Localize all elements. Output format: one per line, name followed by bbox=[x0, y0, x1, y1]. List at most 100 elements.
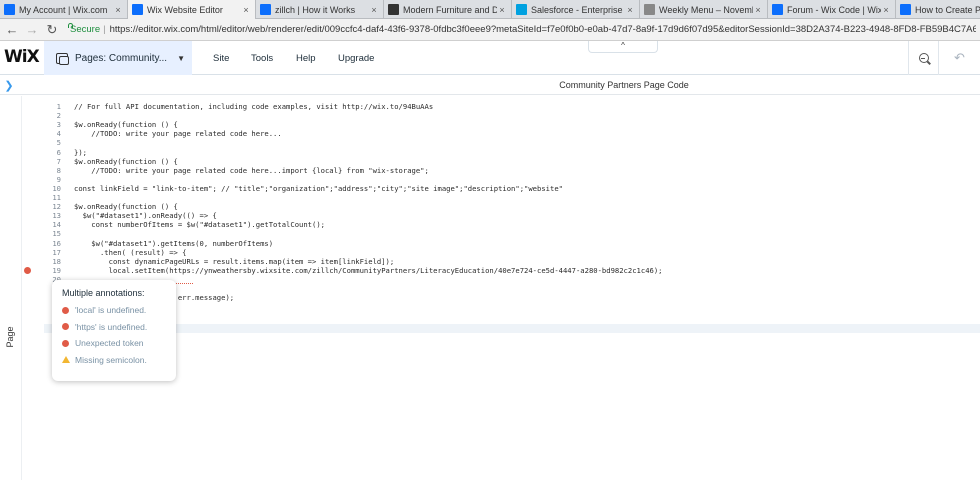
menu-tools[interactable]: Tools bbox=[251, 41, 273, 75]
wix-logo[interactable]: WiX bbox=[4, 47, 40, 67]
zoom-out-button[interactable] bbox=[908, 41, 938, 75]
pages-icon bbox=[56, 52, 69, 65]
line-number: 19 bbox=[52, 265, 61, 275]
browser-tab[interactable]: Modern Furniture and D... × bbox=[384, 0, 512, 19]
line-number: 9 bbox=[56, 174, 61, 184]
salesforce-icon bbox=[516, 4, 527, 15]
warning-icon bbox=[62, 356, 70, 364]
browser-tab[interactable]: Wix Website Editor × bbox=[128, 0, 256, 19]
chevron-down-icon: ▼ bbox=[177, 53, 185, 63]
page-side-label: Page bbox=[5, 326, 15, 348]
reload-icon[interactable]: ↻ bbox=[44, 22, 60, 38]
error-marker-icon[interactable] bbox=[24, 267, 31, 274]
menu-upgrade[interactable]: Upgrade bbox=[338, 41, 374, 75]
browser-tab-title: Salesforce - Enterprise E... bbox=[531, 4, 625, 15]
line-number: 15 bbox=[52, 229, 61, 239]
browser-tab[interactable]: Forum - Wix Code | Wix... × bbox=[768, 0, 896, 19]
url-separator: | bbox=[103, 24, 106, 35]
line-number: 7 bbox=[56, 156, 61, 166]
annotation-item: 'local' is undefined. bbox=[62, 302, 166, 319]
annotation-text: Unexpected token bbox=[75, 338, 144, 349]
code-text: local.setItem(https://ynweathersby.wixsi… bbox=[74, 265, 663, 275]
close-tab-icon[interactable]: × bbox=[241, 5, 251, 15]
plus-icon bbox=[388, 4, 399, 15]
code-text: const dynamicPageURLs = result.items.map… bbox=[74, 256, 395, 266]
annotation-item: Missing semicolon. bbox=[62, 352, 166, 369]
wix-editor-window: My Account | Wix.com × Wix Website Editor ×… bbox=[0, 0, 980, 480]
line-number: 8 bbox=[56, 165, 61, 175]
code-area[interactable]: 1 // For full API documentation, includin… bbox=[44, 102, 980, 333]
annotation-item: 'https' is undefined. bbox=[62, 319, 166, 336]
close-tab-icon[interactable]: × bbox=[753, 5, 763, 15]
error-icon bbox=[62, 306, 69, 314]
wix-icon bbox=[260, 4, 271, 15]
document-icon bbox=[644, 4, 655, 15]
line-number: 13 bbox=[52, 211, 61, 221]
wix-icon bbox=[132, 4, 143, 15]
back-arrow-icon[interactable]: ← bbox=[4, 22, 20, 38]
code-text: $w("#dataset1").onReady(() => { bbox=[74, 211, 217, 221]
current-line-highlight bbox=[44, 324, 980, 333]
code-text: //TODO: write your page related code her… bbox=[74, 129, 282, 139]
page-selector[interactable]: Pages: Community... ▼ bbox=[44, 41, 192, 75]
wix-icon bbox=[772, 4, 783, 15]
menu-site[interactable]: Site bbox=[213, 41, 229, 75]
code-text: }); bbox=[74, 147, 87, 157]
line-number: 4 bbox=[56, 129, 61, 139]
zoom-out-icon bbox=[918, 53, 929, 63]
browser-address-bar: ← → ↻ Secure | https://editor.wix.com/ht… bbox=[0, 19, 980, 41]
browser-tab-title: How to Create Previ... bbox=[915, 4, 980, 15]
secure-label: Secure bbox=[70, 24, 101, 35]
code-text: $w.onReady(function () { bbox=[74, 120, 178, 130]
close-tab-icon[interactable]: × bbox=[497, 5, 507, 15]
line-number: 16 bbox=[52, 238, 61, 248]
close-tab-icon[interactable]: × bbox=[369, 5, 379, 15]
browser-tab-title: Modern Furniture and D... bbox=[403, 4, 497, 15]
code-text: const numberOfItems = $w("#dataset1").ge… bbox=[74, 220, 325, 230]
code-text: .then( (result) => { bbox=[74, 247, 187, 257]
browser-tab-strip: My Account | Wix.com × Wix Website Editor ×… bbox=[0, 0, 980, 19]
error-icon bbox=[62, 339, 69, 347]
line-number: 5 bbox=[56, 138, 61, 148]
browser-tab[interactable]: My Account | Wix.com × bbox=[0, 0, 128, 19]
wix-icon bbox=[900, 4, 911, 15]
url-text: https://editor.wix.com/html/editor/web/r… bbox=[109, 24, 976, 35]
code-panel-header: ❯ Community Partners Page Code bbox=[0, 75, 980, 95]
browser-tab[interactable]: Salesforce - Enterprise E...× bbox=[512, 0, 640, 19]
line-number: 2 bbox=[56, 111, 61, 121]
code-text: $w.onReady(function () { bbox=[74, 156, 178, 166]
line-number: 11 bbox=[52, 193, 61, 202]
line-number: 18 bbox=[52, 256, 61, 266]
line-number: 14 bbox=[52, 220, 61, 230]
browser-tab-title: zillch | How it Works bbox=[275, 4, 356, 15]
menu-help[interactable]: Help bbox=[296, 41, 316, 75]
browser-tab[interactable]: zillch | How it Works × bbox=[256, 0, 384, 19]
browser-tab[interactable]: Weekly Menu – Novemb...× bbox=[640, 0, 768, 19]
url-input[interactable]: Secure | https://editor.wix.com/html/edi… bbox=[64, 22, 976, 38]
annotation-text: 'local' is undefined. bbox=[75, 305, 147, 316]
code-text: $w.onReady(function () { bbox=[74, 202, 178, 212]
code-text: $w("#dataset1").getItems(0, numberOfItem… bbox=[74, 238, 274, 248]
browser-tab-title: Forum - Wix Code | Wix... bbox=[787, 4, 881, 15]
close-tab-icon[interactable]: × bbox=[881, 5, 891, 15]
annotation-text: 'https' is undefined. bbox=[75, 321, 148, 332]
code-text: const linkField = "link-to-item"; // "ti… bbox=[74, 183, 563, 193]
page-side-tab[interactable]: Page bbox=[0, 96, 22, 480]
annotation-text: Missing semicolon. bbox=[75, 354, 147, 365]
browser-tab[interactable]: How to Create Previ...× bbox=[896, 0, 980, 19]
undo-button[interactable]: ↶ bbox=[938, 41, 980, 75]
line-number: 12 bbox=[52, 202, 61, 212]
close-tab-icon[interactable]: × bbox=[113, 5, 123, 15]
close-tab-icon[interactable]: × bbox=[625, 5, 635, 15]
error-icon bbox=[62, 323, 69, 331]
wix-top-bar: WiX Pages: Community... ▼ Site Tools Hel… bbox=[0, 41, 980, 75]
line-number: 6 bbox=[56, 147, 61, 157]
forward-arrow-icon[interactable]: → bbox=[24, 22, 40, 38]
browser-tab-title: My Account | Wix.com bbox=[19, 4, 108, 15]
line-number: 1 bbox=[56, 102, 61, 111]
collapse-toolbar-icon[interactable]: ^ bbox=[588, 41, 658, 53]
wix-icon bbox=[4, 4, 15, 15]
code-text: //TODO: write your page related code her… bbox=[74, 165, 429, 175]
line-number: 10 bbox=[52, 183, 61, 193]
annotations-tooltip: Multiple annotations: 'local' is undefin… bbox=[52, 280, 176, 381]
